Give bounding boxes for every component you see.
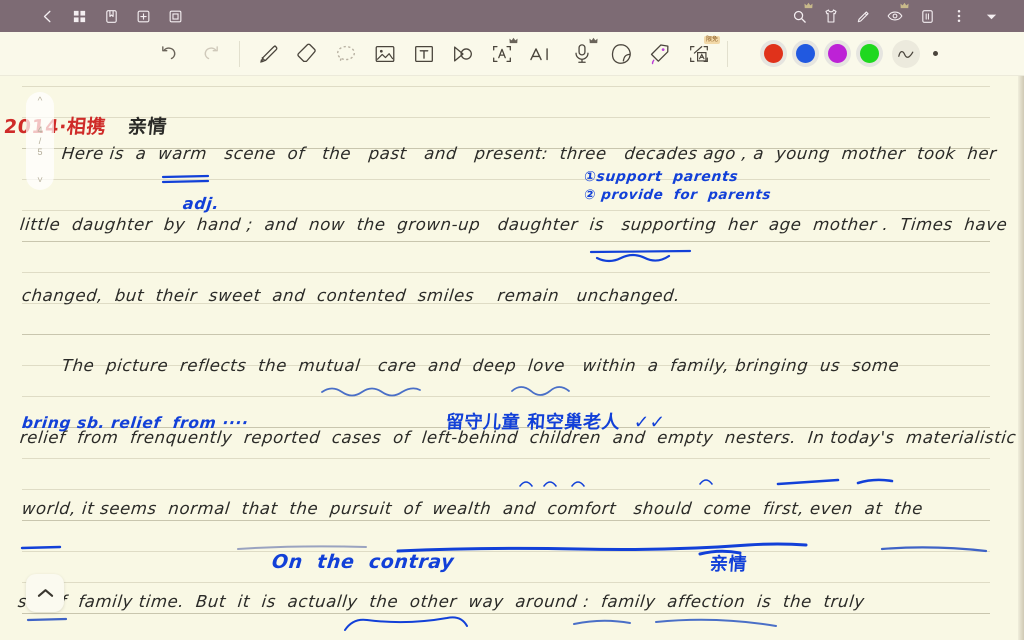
note-header-black: 亲情 — [126, 116, 169, 138]
grid-icon[interactable] — [64, 1, 94, 31]
thickness-dot-button[interactable] — [933, 51, 938, 56]
annotation-provide-parents: ② provide for parents — [583, 187, 772, 203]
page-up-icon[interactable]: ^ — [38, 96, 43, 107]
note-header-red: 2014·相携 — [2, 116, 108, 138]
add-page-icon[interactable] — [128, 1, 158, 31]
back-icon[interactable] — [32, 1, 62, 31]
crop-icon[interactable] — [160, 1, 190, 31]
note-line-1: Here is a warm scene of the past and pre… — [61, 144, 998, 163]
page-indicator: 4 / 5 — [37, 125, 42, 158]
tool-bar: 限免 — [0, 32, 1024, 76]
color-green[interactable] — [860, 44, 879, 63]
scroll-to-top-button[interactable] — [26, 574, 64, 612]
crown-badge-icon — [804, 2, 813, 9]
crown-badge-icon — [509, 37, 518, 43]
crown-badge-icon — [900, 2, 909, 9]
color-purple[interactable] — [828, 44, 847, 63]
color-red[interactable] — [764, 44, 783, 63]
notability-window: 限免 2014·相携 亲情 Here is a warm scene of th… — [0, 0, 1024, 640]
note-line-4: The picture reflects the mutual care and… — [61, 356, 901, 375]
page-edge-shadow — [1018, 76, 1024, 640]
ai-icon[interactable] — [527, 40, 557, 68]
annotation-support-parents: ①support parents — [583, 169, 740, 185]
translate-badge: 限免 — [703, 35, 720, 44]
translate-icon[interactable]: 限免 — [685, 35, 720, 68]
page-navigator[interactable]: ^ 4 / 5 ˅ — [26, 92, 54, 190]
sticker-icon[interactable] — [607, 40, 635, 68]
page-down-icon[interactable]: ˅ — [37, 175, 43, 186]
chevron-up-icon — [37, 589, 53, 597]
more-icon[interactable] — [944, 1, 974, 31]
page-layout-icon[interactable] — [912, 1, 942, 31]
undo-icon[interactable] — [155, 40, 183, 68]
note-line-7: se of family time. But it is actually th… — [17, 592, 866, 611]
shirt-icon[interactable] — [816, 1, 846, 31]
shape-icon[interactable] — [449, 40, 477, 68]
search-icon[interactable] — [784, 1, 814, 31]
page-total: 5 — [37, 146, 43, 157]
image-icon[interactable] — [371, 40, 399, 68]
history-group — [155, 40, 225, 68]
annotation-adj: adj. — [182, 194, 221, 213]
annotation-on-the-contrary: On the contray — [270, 551, 456, 573]
note-canvas[interactable]: 2014·相携 亲情 Here is a warm scene of the p… — [0, 76, 1024, 640]
tag-icon[interactable] — [646, 40, 674, 68]
toolbar-divider — [239, 40, 240, 67]
eye-icon[interactable] — [880, 1, 910, 31]
color-palette — [764, 39, 938, 68]
redo-icon[interactable] — [197, 40, 225, 68]
annotation-left-behind-cn: 留守儿童 和空巢老人 ✓✓ — [445, 412, 667, 433]
top-bar — [0, 0, 1024, 32]
page-separator: / — [38, 135, 42, 146]
lasso-select-icon[interactable] — [332, 40, 360, 68]
note-line-3: changed, but their sweet and contented s… — [21, 286, 682, 305]
pen-edit-icon[interactable] — [848, 1, 878, 31]
microphone-icon[interactable] — [568, 37, 598, 68]
note-line-6: world, it seems normal that the pursuit … — [21, 499, 925, 518]
chevron-down-icon[interactable] — [976, 1, 1006, 31]
annotation-bring-relief: bring sb. relief from ···· — [21, 414, 250, 432]
highlighter-pen-icon[interactable] — [254, 40, 282, 68]
stroke-preview-button[interactable] — [892, 39, 920, 68]
toolbar-divider-2 — [727, 40, 728, 67]
crown-badge-icon — [589, 37, 598, 43]
color-blue[interactable] — [796, 44, 815, 63]
bookmark-icon[interactable] — [96, 1, 126, 31]
page-current: 4 — [37, 124, 43, 135]
top-bar-left-group — [32, 1, 190, 31]
text-box-icon[interactable] — [410, 40, 438, 68]
annotation-family-affection-cn: 亲情 — [709, 554, 748, 575]
tools-group: 限免 — [254, 35, 720, 68]
ocr-capture-icon[interactable] — [488, 37, 518, 68]
top-bar-right-group — [784, 1, 1006, 31]
eraser-icon[interactable] — [293, 40, 321, 68]
note-line-2: little daughter by hand ; and now the gr… — [19, 215, 1009, 234]
